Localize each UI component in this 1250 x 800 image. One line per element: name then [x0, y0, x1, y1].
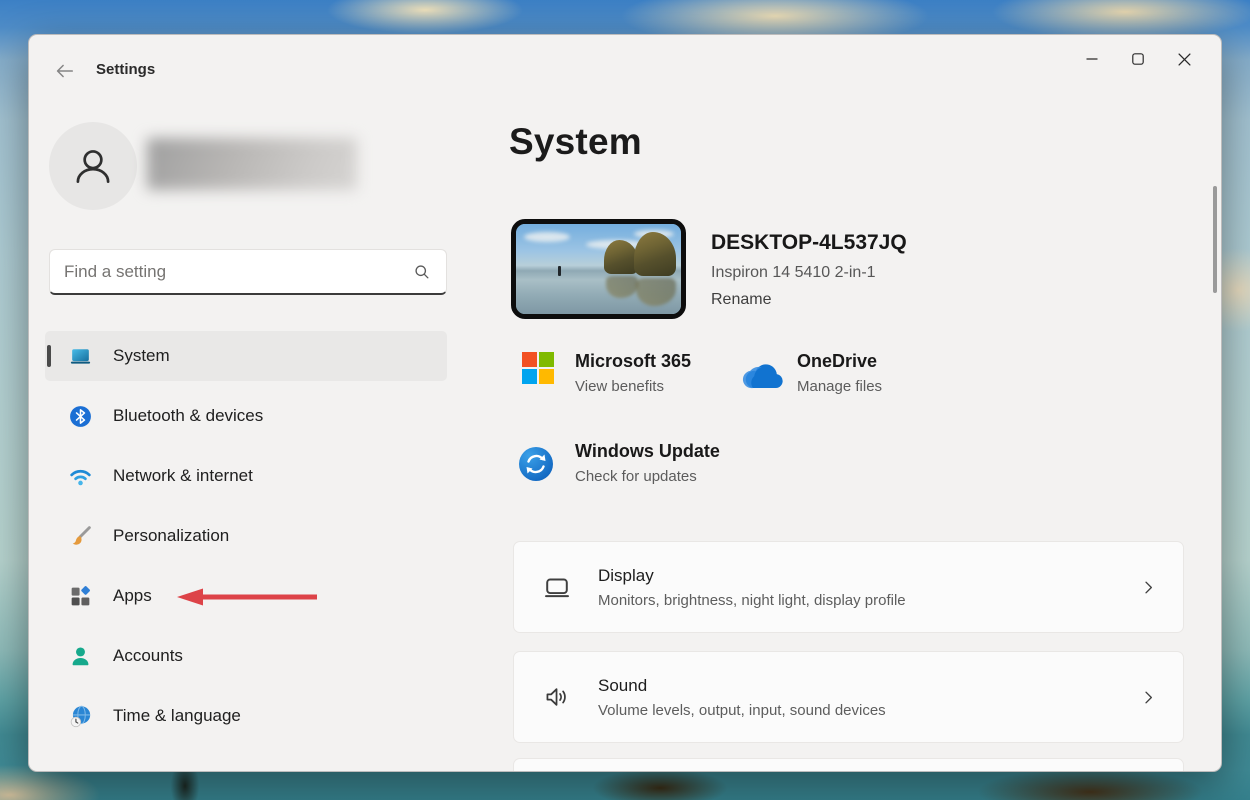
- globe-clock-icon: [67, 703, 93, 729]
- search-icon: [412, 262, 432, 282]
- sidebar-item-label: Personalization: [113, 526, 229, 546]
- sidebar-item-network-internet[interactable]: Network & internet: [45, 451, 447, 501]
- sidebar-nav: System Bluetooth & devices Network: [45, 331, 447, 751]
- maximize-icon: [1132, 53, 1144, 65]
- chevron-right-icon: [1140, 579, 1157, 596]
- laptop-icon: [67, 343, 93, 369]
- paintbrush-icon: [67, 523, 93, 549]
- speaker-icon: [542, 683, 572, 711]
- apps-grid-icon: [67, 583, 93, 609]
- quick-link-onedrive: OneDrive Manage files: [741, 351, 882, 396]
- search-input[interactable]: [64, 262, 412, 282]
- quick-link-title: OneDrive: [797, 351, 882, 372]
- sidebar-item-label: Apps: [113, 586, 152, 606]
- settings-card-list: Display Monitors, brightness, night ligh…: [513, 541, 1184, 761]
- device-thumbnail: [511, 219, 686, 319]
- sidebar-item-label: Accounts: [113, 646, 183, 666]
- app-title: Settings: [96, 61, 155, 78]
- manage-files-link[interactable]: Manage files: [797, 378, 882, 395]
- sidebar-item-apps[interactable]: Apps: [45, 571, 447, 621]
- quick-link-windows-update: Windows Update Check for updates: [518, 441, 720, 487]
- card-subtitle: Monitors, brightness, night light, displ…: [598, 592, 1140, 609]
- bluetooth-icon: [67, 403, 93, 429]
- card-display[interactable]: Display Monitors, brightness, night ligh…: [513, 541, 1184, 633]
- quick-link-microsoft-365: Microsoft 365 View benefits: [521, 351, 691, 395]
- person-icon: [68, 141, 118, 191]
- card-sound[interactable]: Sound Volume levels, output, input, soun…: [513, 651, 1184, 743]
- view-benefits-link[interactable]: View benefits: [575, 378, 691, 395]
- sidebar-item-personalization[interactable]: Personalization: [45, 511, 447, 561]
- quick-link-title: Windows Update: [575, 441, 720, 462]
- sidebar-item-accounts[interactable]: Accounts: [45, 631, 447, 681]
- onedrive-cloud-icon: [741, 363, 785, 396]
- windows-update-icon: [518, 446, 554, 487]
- quick-link-title: Microsoft 365: [575, 351, 691, 372]
- close-icon: [1178, 53, 1191, 66]
- sidebar-item-bluetooth-devices[interactable]: Bluetooth & devices: [45, 391, 447, 441]
- minimize-icon: [1086, 53, 1098, 65]
- card-partial-next[interactable]: [513, 758, 1184, 772]
- rename-button[interactable]: Rename: [711, 291, 771, 309]
- chevron-right-icon: [1140, 689, 1157, 706]
- sidebar-item-time-language[interactable]: Time & language: [45, 691, 447, 741]
- device-name: DESKTOP-4L537JQ: [711, 231, 907, 255]
- person-icon: [67, 643, 93, 669]
- display-icon: [542, 573, 572, 601]
- sidebar-item-label: Bluetooth & devices: [113, 406, 263, 426]
- sidebar-item-label: Network & internet: [113, 466, 253, 486]
- user-name-redacted: [147, 138, 357, 190]
- back-button[interactable]: [47, 59, 81, 83]
- sidebar-item-system[interactable]: System: [45, 331, 447, 381]
- avatar[interactable]: [49, 122, 137, 210]
- maximize-button[interactable]: [1115, 43, 1161, 75]
- settings-window: Settings: [28, 34, 1222, 772]
- wifi-icon: [67, 463, 93, 489]
- sidebar-item-label: System: [113, 346, 170, 366]
- close-button[interactable]: [1161, 43, 1207, 75]
- card-title: Display: [598, 566, 1140, 586]
- scrollbar-thumb[interactable]: [1213, 186, 1217, 293]
- search-box[interactable]: [49, 249, 447, 295]
- card-subtitle: Volume levels, output, input, sound devi…: [598, 702, 1140, 719]
- microsoft-logo-icon: [521, 351, 555, 395]
- sidebar-item-label: Time & language: [113, 706, 241, 726]
- beach-wallpaper-thumbnail: [516, 224, 681, 314]
- back-arrow-icon: [53, 60, 75, 82]
- device-info: DESKTOP-4L537JQ Inspiron 14 5410 2-in-1 …: [711, 231, 907, 309]
- card-title: Sound: [598, 676, 1140, 696]
- minimize-button[interactable]: [1069, 43, 1115, 75]
- selection-indicator: [47, 345, 51, 367]
- check-for-updates-link[interactable]: Check for updates: [575, 468, 720, 485]
- window-controls: [1069, 43, 1207, 75]
- device-model: Inspiron 14 5410 2-in-1: [711, 264, 907, 282]
- page-title: System: [509, 121, 642, 163]
